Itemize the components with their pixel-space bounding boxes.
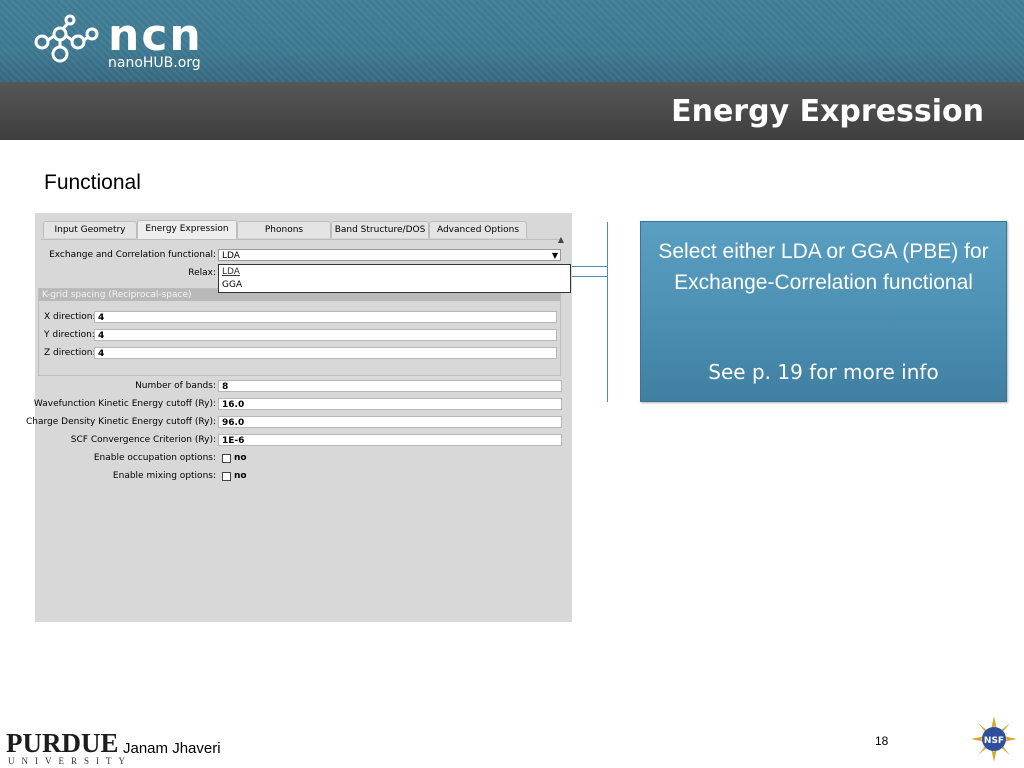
nsf-logo-text: NSF: [984, 736, 1004, 746]
xc-functional-label: Exchange and Correlation functional:: [49, 250, 216, 260]
mixing-options-value: no: [234, 471, 247, 481]
nsf-logo-icon: NSF: [971, 716, 1017, 762]
section-label: Functional: [44, 171, 141, 194]
kgrid-y-label: Y direction:: [44, 330, 95, 340]
callout-connector-line: [572, 276, 608, 277]
page-number: 18: [875, 734, 889, 748]
cd-cutoff-label: Charge Density Kinetic Energy cutoff (Ry…: [26, 417, 216, 427]
callout-connector-line: [572, 266, 608, 267]
tab-bar: Input Geometry Energy Expression Phonons…: [41, 220, 561, 239]
mixing-options-label: Enable mixing options:: [112, 471, 216, 481]
dropdown-option-lda[interactable]: LDA: [222, 266, 240, 278]
logo-text: ncn: [108, 10, 203, 61]
callout-connector-vertical: [607, 222, 608, 402]
mixing-options-checkbox[interactable]: [222, 472, 231, 481]
callout-box: Select either LDA or GGA (PBE) for Excha…: [640, 221, 1007, 402]
callout-see-text: See p. 19 for more info: [708, 360, 939, 384]
num-bands-input[interactable]: 8: [218, 380, 562, 392]
kgrid-x-label: X direction:: [44, 312, 96, 322]
kgrid-group: K-grid spacing (Reciprocal-space) X dire…: [38, 288, 561, 376]
xc-functional-value: LDA: [222, 251, 240, 261]
dropdown-option-gga[interactable]: GGA: [222, 279, 242, 291]
tab-advanced-options[interactable]: Advanced Options: [429, 221, 527, 238]
author-name: Janam Jhaveri: [123, 740, 221, 757]
purdue-logo-text: PURDUE: [6, 728, 119, 758]
tab-phonons[interactable]: Phonons: [237, 221, 331, 238]
kgrid-y-input[interactable]: 4: [94, 329, 557, 341]
scf-criterion-input[interactable]: 1E-6: [218, 434, 562, 446]
wf-cutoff-label: Wavefunction Kinetic Energy cutoff (Ry):: [33, 399, 216, 409]
xc-functional-dropdown-list: LDA GGA: [218, 264, 571, 293]
xc-functional-select[interactable]: LDA ▼: [218, 249, 561, 261]
tab-band-structure-dos[interactable]: Band Structure/DOS: [331, 221, 429, 238]
callout-main-text: Select either LDA or GGA (PBE) for Excha…: [658, 240, 989, 294]
chevron-down-icon[interactable]: ▼: [552, 250, 558, 262]
wf-cutoff-input[interactable]: 16.0: [218, 398, 562, 410]
tab-energy-expression[interactable]: Energy Expression: [137, 220, 237, 239]
kgrid-x-input[interactable]: 4: [94, 311, 557, 323]
logo-subtext: nanoHUB.org: [108, 55, 201, 71]
scroll-up-icon[interactable]: ▲: [558, 235, 564, 244]
slide-title: Energy Expression: [671, 94, 984, 129]
cd-cutoff-input[interactable]: 96.0: [218, 416, 562, 428]
occupation-options-checkbox[interactable]: [222, 454, 231, 463]
scf-criterion-label: SCF Convergence Criterion (Ry):: [70, 435, 216, 445]
app-window: Input Geometry Energy Expression Phonons…: [26, 213, 572, 622]
num-bands-label: Number of bands:: [135, 381, 216, 391]
occupation-options-value: no: [234, 453, 247, 463]
kgrid-z-input[interactable]: 4: [94, 347, 557, 359]
tab-divider: [41, 239, 561, 240]
purdue-logo-subtext: UNIVERSITY: [8, 756, 132, 766]
relax-label: Relax:: [188, 268, 216, 278]
tab-input-geometry[interactable]: Input Geometry: [43, 221, 137, 238]
kgrid-z-label: Z direction:: [44, 348, 96, 358]
occupation-options-label: Enable occupation options:: [93, 453, 216, 463]
